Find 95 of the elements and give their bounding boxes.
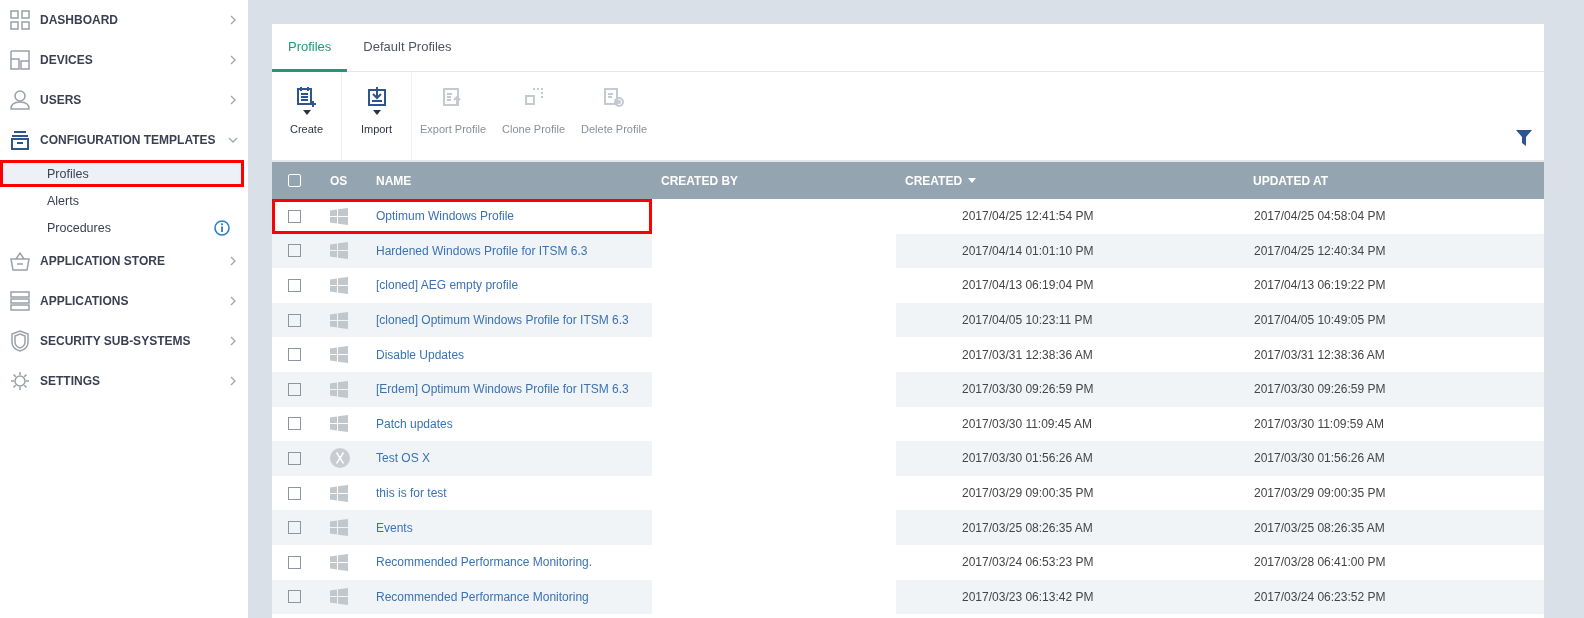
table-cell: 2017/04/05 10:23:11 PM [962, 313, 1093, 328]
download-tray-icon [365, 86, 388, 108]
table-cell: 2017/03/30 11:09:59 AM [1254, 416, 1384, 431]
windows-icon [330, 242, 348, 260]
rack-icon [10, 291, 30, 311]
table-cell: 2017/04/05 10:49:05 PM [1254, 313, 1386, 328]
table-cell: 2017/03/30 01:56:26 AM [1254, 451, 1385, 466]
devices-icon [10, 50, 30, 70]
table-cell: 2017/03/24 06:53:23 PM [962, 555, 1094, 570]
user-icon [10, 90, 30, 110]
windows-icon [330, 519, 348, 537]
info-icon[interactable] [214, 219, 230, 236]
toolbar-button[interactable]: Create [272, 72, 342, 160]
tab[interactable]: Profiles [272, 24, 348, 72]
row-checkbox[interactable] [288, 521, 301, 535]
windows-icon [330, 415, 348, 433]
sidebar-subitem[interactable]: Alerts [0, 187, 244, 214]
row-checkbox[interactable] [288, 382, 301, 396]
row-checkbox[interactable] [288, 209, 301, 223]
table-cell: 2017/03/29 09:00:35 PM [1254, 486, 1386, 501]
profile-link[interactable]: Patch updates [376, 416, 453, 431]
table-cell: 2017/03/25 08:26:35 AM [962, 520, 1093, 535]
windows-icon [330, 311, 348, 329]
row-checkbox[interactable] [288, 348, 301, 362]
sidebar-item[interactable]: APPLICATIONS [0, 281, 248, 321]
chevron-right-icon [228, 336, 238, 346]
sidebar-subitem[interactable]: Procedures [0, 214, 244, 241]
row-checkbox[interactable] [288, 417, 301, 431]
sidebar-item[interactable]: CONFIGURATION TEMPLATES [0, 120, 248, 160]
tray-icon [10, 130, 30, 150]
table-cell: 2017/03/30 01:56:26 AM [962, 451, 1093, 466]
x-circle-icon [330, 448, 350, 469]
table-cell: 2017/03/30 09:26:59 PM [962, 382, 1094, 397]
sidebar-item[interactable]: DEVICES [0, 40, 248, 80]
chevron-right-icon [228, 15, 238, 25]
chevron-right-icon [228, 256, 238, 266]
shield-icon [10, 330, 30, 352]
windows-icon [330, 207, 348, 225]
table-cell: 2017/03/25 08:26:35 AM [1254, 520, 1385, 535]
grid-icon [10, 10, 30, 30]
sidebar-subitem[interactable]: Profiles [0, 160, 244, 187]
chevron-down-icon [228, 135, 238, 145]
profile-link[interactable]: this is for test [376, 486, 447, 501]
sidebar-item[interactable]: SETTINGS [0, 361, 248, 401]
table-cell: 2017/03/28 06:41:00 PM [1254, 555, 1386, 570]
profile-link[interactable]: Events [376, 520, 413, 535]
table-cell: 2017/03/31 12:38:36 AM [1254, 347, 1385, 362]
table-cell: 2017/03/30 09:26:59 PM [1254, 382, 1386, 397]
windows-icon [330, 484, 348, 502]
clipboard-plus-icon [295, 86, 318, 108]
windows-icon [330, 588, 348, 606]
chevron-right-icon [228, 376, 238, 386]
sort-down-icon [968, 178, 977, 183]
filter-icon[interactable] [1516, 130, 1532, 146]
table-cell: 2017/04/25 04:58:04 PM [1254, 209, 1386, 224]
row-checkbox[interactable] [288, 244, 301, 258]
select-all-checkbox[interactable] [288, 174, 301, 187]
profile-link[interactable]: Optimum Windows Profile [376, 209, 515, 224]
copy-icon [522, 86, 545, 108]
table-cell: 2017/03/23 06:13:42 PM [962, 589, 1094, 604]
table-cell: 2017/04/13 06:19:04 PM [962, 278, 1094, 293]
chevron-right-icon [228, 296, 238, 306]
table-cell: 2017/04/25 12:41:54 PM [962, 209, 1094, 224]
settings-icon [10, 371, 30, 391]
profile-link[interactable]: [cloned] AEG empty profile [376, 278, 519, 293]
row-checkbox[interactable] [288, 590, 301, 604]
profile-link[interactable]: Test OS X [376, 451, 431, 466]
sidebar-item[interactable]: APPLICATION STORE [0, 241, 248, 281]
windows-icon [330, 380, 348, 398]
chevron-right-icon [228, 55, 238, 65]
sidebar-item[interactable]: SECURITY SUB-SYSTEMS [0, 321, 248, 361]
sidebar-item[interactable]: DASHBOARD [0, 0, 248, 40]
table-cell: 2017/04/14 01:01:10 PM [962, 243, 1094, 258]
tab[interactable]: Default Profiles [347, 24, 468, 72]
row-checkbox[interactable] [288, 313, 301, 327]
profile-link[interactable]: Recommended Performance Monitoring. [376, 555, 593, 570]
row-checkbox[interactable] [288, 486, 301, 500]
toolbar-button[interactable]: Import [342, 72, 412, 160]
row-checkbox[interactable] [288, 279, 301, 292]
table-cell: 2017/03/29 09:00:35 PM [962, 486, 1094, 501]
table-cell: 2017/04/13 06:19:22 PM [1254, 278, 1386, 293]
sidebar-item[interactable]: USERS [0, 80, 248, 120]
clipboard-delete-icon [603, 86, 626, 108]
table-cell: 2017/03/24 06:23:52 PM [1254, 589, 1386, 604]
table-cell: 2017/04/25 12:40:34 PM [1254, 243, 1386, 258]
table-cell: 2017/03/31 12:38:36 AM [962, 347, 1093, 362]
profile-link[interactable]: Disable Updates [376, 347, 465, 362]
row-checkbox[interactable] [288, 451, 301, 465]
chevron-right-icon [228, 95, 238, 105]
basket-icon [10, 251, 30, 271]
windows-icon [330, 277, 348, 294]
table-cell: 2017/03/30 11:09:45 AM [962, 416, 1092, 431]
windows-icon [330, 346, 348, 364]
row-checkbox[interactable] [288, 555, 301, 569]
windows-icon [330, 553, 348, 571]
